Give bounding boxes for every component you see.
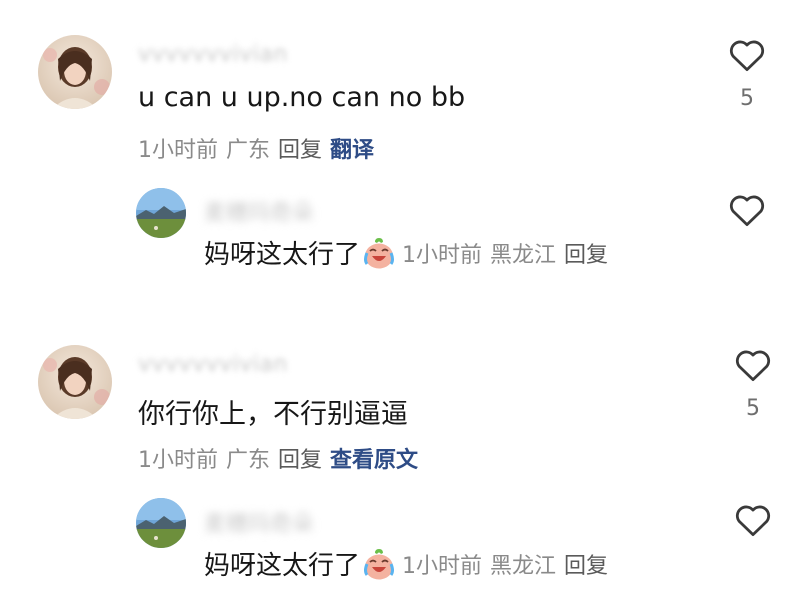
comment-meta: 1小时前 广东 回复 翻译 <box>138 132 374 164</box>
reply-like-button[interactable] <box>728 193 766 231</box>
reply-meta: 1小时前 黑龙江 回复 <box>402 548 608 580</box>
translate-link[interactable]: 翻译 <box>330 138 374 163</box>
reply-content: 妈呀这太行了 1小时前 黑龙江 回复 <box>204 234 608 271</box>
comment-meta: 1小时前 广东 回复 查看原文 <box>138 442 418 474</box>
reply-avatar[interactable] <box>136 498 186 548</box>
reply-time: 1小时前 <box>402 553 483 579</box>
comment-item: vvvvvvvivian 你行你上，不行别逼逼 1小时前 广东 回复 查看原文 5 麦… <box>0 300 800 607</box>
like-button[interactable]: 5 <box>726 38 768 111</box>
crying-laughing-emoji <box>364 548 395 579</box>
reply-button[interactable]: 回复 <box>278 138 322 163</box>
crying-laughing-emoji <box>364 237 395 268</box>
reply-like-button[interactable] <box>734 503 772 541</box>
comment-text: 你行你上，不行别逼逼 <box>138 399 408 430</box>
view-original-link[interactable]: 查看原文 <box>330 448 418 473</box>
reply-location: 黑龙江 <box>490 242 557 268</box>
comment-text: u can u up.no can no bb <box>138 82 466 113</box>
comment-item: vvvvvvvivian u can u up.no can no bb 1小时… <box>0 0 800 300</box>
reply-meta: 1小时前 黑龙江 回复 <box>402 237 608 269</box>
comment-time: 1小时前 <box>138 138 218 163</box>
comment-location: 广东 <box>226 448 271 473</box>
like-button[interactable]: 5 <box>732 348 774 421</box>
reply-text: 妈呀这太行了 <box>204 551 361 581</box>
reply-time: 1小时前 <box>402 242 483 268</box>
heart-outline-icon <box>735 350 771 382</box>
reply-username[interactable]: 麦穗玛奇朵 <box>204 195 314 227</box>
like-count: 5 <box>746 396 760 421</box>
reply-reply-button[interactable]: 回复 <box>564 243 608 268</box>
heart-outline-icon <box>735 505 771 537</box>
reply-avatar[interactable] <box>136 188 186 238</box>
reply-reply-button[interactable]: 回复 <box>564 554 608 579</box>
comment-username[interactable]: vvvvvvvivian <box>138 352 288 377</box>
heart-outline-icon <box>729 40 765 72</box>
reply-text: 妈呀这太行了 <box>204 240 361 270</box>
comment-location: 广东 <box>226 138 271 163</box>
reply-location: 黑龙江 <box>490 553 557 579</box>
like-count: 5 <box>740 86 754 111</box>
avatar[interactable] <box>38 345 112 419</box>
comment-time: 1小时前 <box>138 448 218 473</box>
reply-button[interactable]: 回复 <box>278 448 322 473</box>
reply-content: 妈呀这太行了 1小时前 黑龙江 回复 <box>204 545 608 582</box>
avatar[interactable] <box>38 35 112 109</box>
reply-username[interactable]: 麦穗玛奇朵 <box>204 506 314 538</box>
comment-username[interactable]: vvvvvvvivian <box>138 42 288 67</box>
heart-outline-icon <box>729 195 765 227</box>
